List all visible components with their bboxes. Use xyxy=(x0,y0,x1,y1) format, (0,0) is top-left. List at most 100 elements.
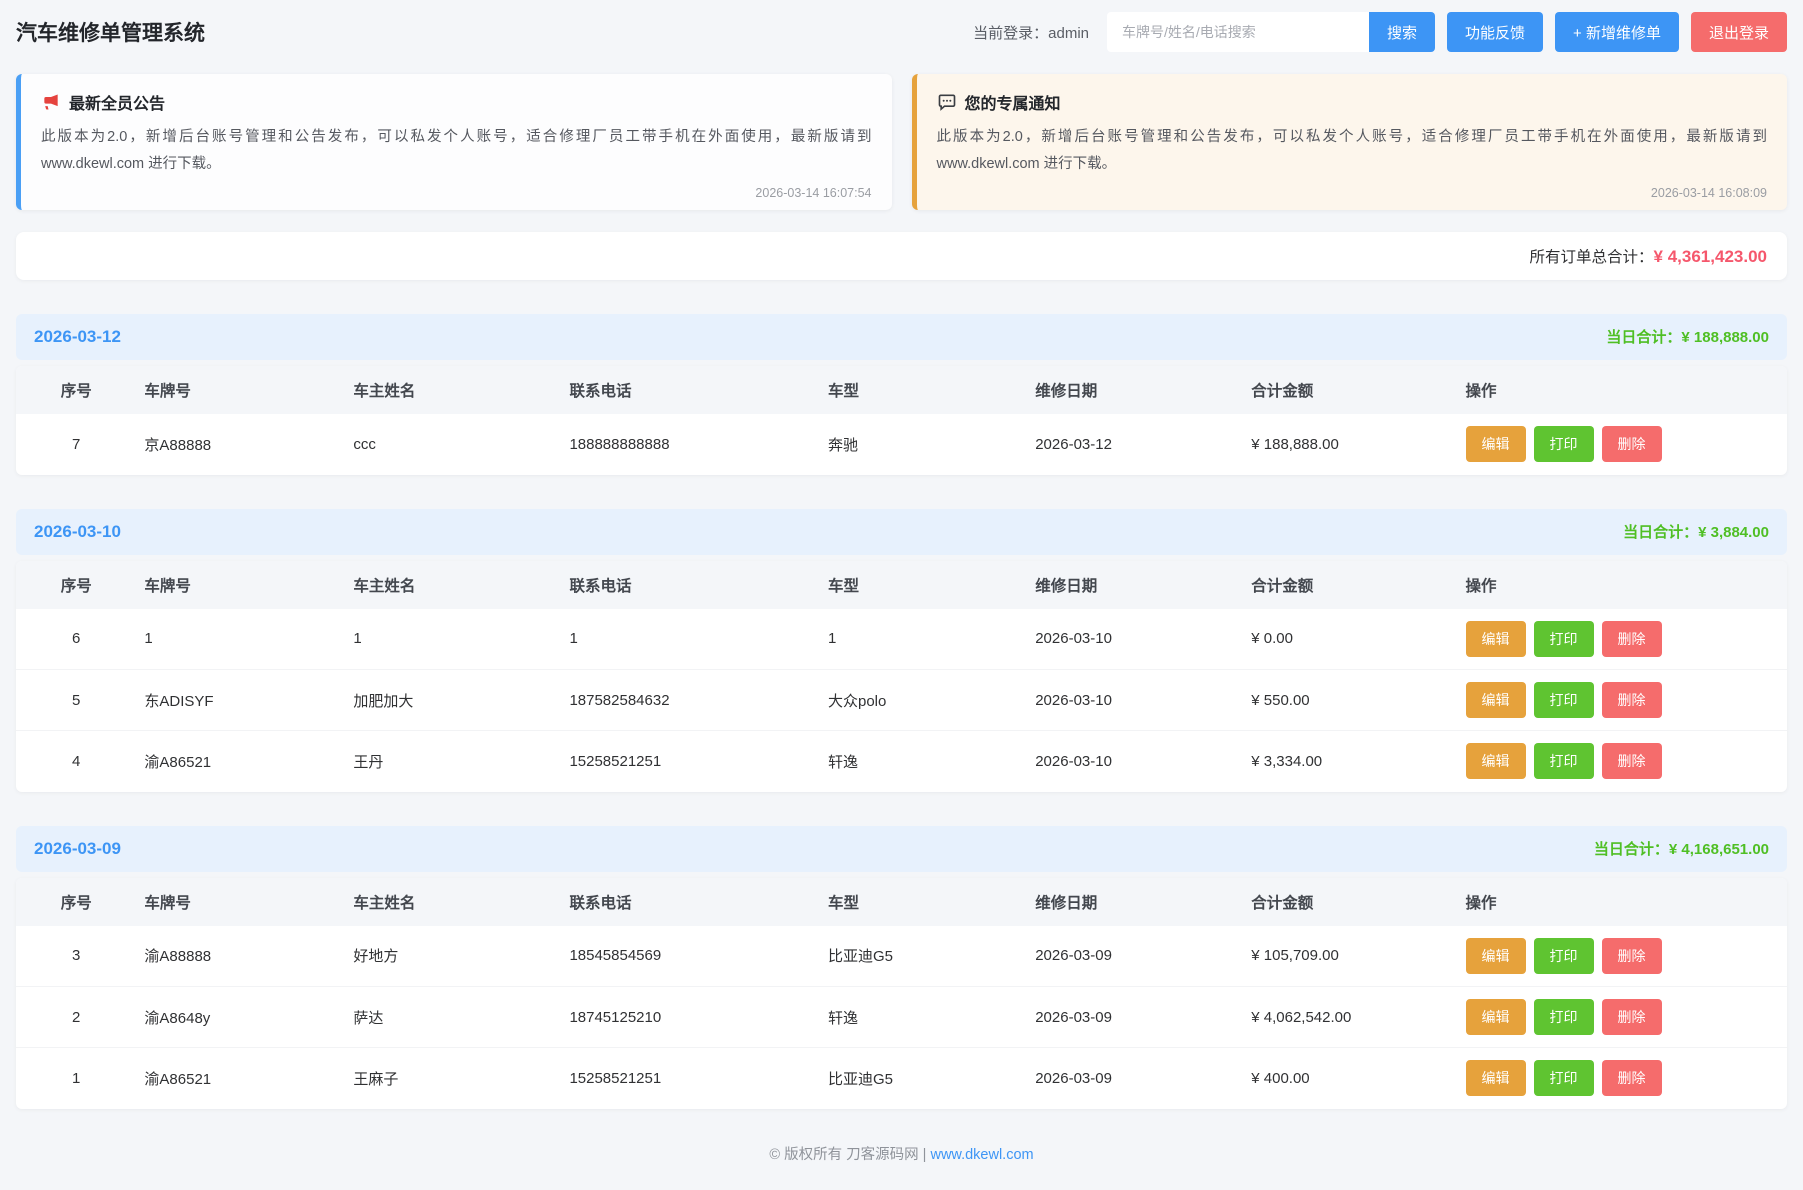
personal-notice-title-row: 您的专属通知 xyxy=(937,90,1768,114)
order-phone: 1 xyxy=(561,609,820,670)
day-total: 当日合计：¥ 4,168,651.00 xyxy=(1594,838,1769,859)
announcement-card: 最新全员公告 此版本为2.0，新增后台账号管理和公告发布，可以私发个人账号，适合… xyxy=(16,74,892,210)
order-plate: 1 xyxy=(136,609,345,670)
print-button[interactable]: 打印 xyxy=(1534,1060,1594,1096)
print-button[interactable]: 打印 xyxy=(1534,426,1594,462)
print-button[interactable]: 打印 xyxy=(1534,938,1594,974)
order-plate: 渝A8648y xyxy=(136,987,345,1048)
add-repair-order-button[interactable]: + 新增维修单 xyxy=(1555,12,1679,52)
footer-link[interactable]: www.dkewl.com xyxy=(930,1147,1033,1163)
order-seq: 3 xyxy=(16,926,136,987)
column-header: 合计金额 xyxy=(1243,366,1457,414)
top-header: 汽车维修单管理系统 当前登录：admin 搜索 功能反馈 + 新增维修单 退出登… xyxy=(16,0,1787,64)
order-seq: 4 xyxy=(16,731,136,792)
column-header: 序号 xyxy=(16,561,136,609)
order-seq: 1 xyxy=(16,1048,136,1109)
column-header: 操作 xyxy=(1458,561,1787,609)
print-button[interactable]: 打印 xyxy=(1534,682,1594,718)
order-actions: 编辑打印删除 xyxy=(1458,731,1787,792)
column-header: 车型 xyxy=(820,366,1027,414)
order-date: 2026-03-09 xyxy=(1027,926,1243,987)
announcement-body: 此版本为2.0，新增后台账号管理和公告发布，可以私发个人账号，适合修理厂员工带手… xyxy=(41,124,872,178)
column-header: 联系电话 xyxy=(561,366,820,414)
print-button[interactable]: 打印 xyxy=(1534,999,1594,1035)
day-date: 2026-03-10 xyxy=(34,522,121,542)
edit-button[interactable]: 编辑 xyxy=(1466,426,1526,462)
order-plate: 东ADISYF xyxy=(136,670,345,731)
search-button[interactable]: 搜索 xyxy=(1369,12,1435,52)
day-header-bar: 2026-03-12 当日合计：¥ 188,888.00 xyxy=(16,314,1787,360)
delete-button[interactable]: 删除 xyxy=(1602,938,1662,974)
column-header: 操作 xyxy=(1458,878,1787,926)
column-header: 车牌号 xyxy=(136,366,345,414)
table-row: 5东ADISYF加肥加大187582584632大众polo2026-03-10… xyxy=(16,670,1787,731)
order-owner: 好地方 xyxy=(345,926,561,987)
column-header: 序号 xyxy=(16,366,136,414)
table-row: 1渝A86521王麻子15258521251比亚迪G52026-03-09¥ 4… xyxy=(16,1048,1787,1109)
edit-button[interactable]: 编辑 xyxy=(1466,1060,1526,1096)
delete-button[interactable]: 删除 xyxy=(1602,426,1662,462)
day-section: 2026-03-09 当日合计：¥ 4,168,651.00 序号车牌号车主姓名… xyxy=(16,826,1787,1109)
orders-table-card: 序号车牌号车主姓名联系电话车型维修日期合计金额操作 3渝A88888好地方185… xyxy=(16,878,1787,1109)
announcement-timestamp: 2026-03-14 16:07:54 xyxy=(41,186,872,200)
edit-button[interactable]: 编辑 xyxy=(1466,999,1526,1035)
logout-button[interactable]: 退出登录 xyxy=(1691,12,1787,52)
print-button[interactable]: 打印 xyxy=(1534,743,1594,779)
column-header: 合计金额 xyxy=(1243,561,1457,609)
order-model: 1 xyxy=(820,609,1027,670)
order-phone: 187582584632 xyxy=(561,670,820,731)
footer: © 版权所有 刀客源码网 | www.dkewl.com xyxy=(16,1109,1787,1190)
day-section: 2026-03-12 当日合计：¥ 188,888.00 序号车牌号车主姓名联系… xyxy=(16,314,1787,475)
order-owner: 1 xyxy=(345,609,561,670)
orders-table-card: 序号车牌号车主姓名联系电话车型维修日期合计金额操作 611112026-03-1… xyxy=(16,561,1787,792)
order-seq: 6 xyxy=(16,609,136,670)
personal-notice-timestamp: 2026-03-14 16:08:09 xyxy=(937,186,1768,200)
order-seq: 5 xyxy=(16,670,136,731)
delete-button[interactable]: 删除 xyxy=(1602,999,1662,1035)
order-amount: ¥ 0.00 xyxy=(1243,609,1457,670)
day-date: 2026-03-12 xyxy=(34,327,121,347)
delete-button[interactable]: 删除 xyxy=(1602,1060,1662,1096)
topbar-actions: 当前登录：admin 搜索 功能反馈 + 新增维修单 退出登录 xyxy=(973,12,1787,52)
edit-button[interactable]: 编辑 xyxy=(1466,938,1526,974)
order-phone: 15258521251 xyxy=(561,1048,820,1109)
table-header-row: 序号车牌号车主姓名联系电话车型维修日期合计金额操作 xyxy=(16,366,1787,414)
order-date: 2026-03-09 xyxy=(1027,1048,1243,1109)
order-model: 轩逸 xyxy=(820,987,1027,1048)
print-button[interactable]: 打印 xyxy=(1534,621,1594,657)
feedback-button[interactable]: 功能反馈 xyxy=(1447,12,1543,52)
edit-button[interactable]: 编辑 xyxy=(1466,621,1526,657)
order-phone: 18545854569 xyxy=(561,926,820,987)
day-header-bar: 2026-03-09 当日合计：¥ 4,168,651.00 xyxy=(16,826,1787,872)
day-date: 2026-03-09 xyxy=(34,839,121,859)
announcement-title: 最新全员公告 xyxy=(69,90,165,114)
edit-button[interactable]: 编辑 xyxy=(1466,682,1526,718)
order-actions: 编辑打印删除 xyxy=(1458,926,1787,987)
order-actions: 编辑打印删除 xyxy=(1458,609,1787,670)
page: 汽车维修单管理系统 当前登录：admin 搜索 功能反馈 + 新增维修单 退出登… xyxy=(0,0,1803,1190)
current-login-label: 当前登录：admin xyxy=(973,22,1089,43)
column-header: 车型 xyxy=(820,561,1027,609)
delete-button[interactable]: 删除 xyxy=(1602,621,1662,657)
delete-button[interactable]: 删除 xyxy=(1602,743,1662,779)
order-date: 2026-03-10 xyxy=(1027,731,1243,792)
column-header: 车牌号 xyxy=(136,878,345,926)
order-plate: 京A88888 xyxy=(136,414,345,475)
delete-button[interactable]: 删除 xyxy=(1602,682,1662,718)
grand-total-label: 所有订单总合计： xyxy=(1530,249,1654,266)
edit-button[interactable]: 编辑 xyxy=(1466,743,1526,779)
order-owner: 王丹 xyxy=(345,731,561,792)
order-actions: 编辑打印删除 xyxy=(1458,987,1787,1048)
order-model: 奔驰 xyxy=(820,414,1027,475)
megaphone-icon xyxy=(41,92,61,112)
order-sections: 2026-03-12 当日合计：¥ 188,888.00 序号车牌号车主姓名联系… xyxy=(16,314,1787,1109)
order-model: 大众polo xyxy=(820,670,1027,731)
order-phone: 188888888888 xyxy=(561,414,820,475)
order-date: 2026-03-10 xyxy=(1027,670,1243,731)
order-amount: ¥ 105,709.00 xyxy=(1243,926,1457,987)
orders-table: 序号车牌号车主姓名联系电话车型维修日期合计金额操作 7京A88888ccc188… xyxy=(16,366,1787,475)
column-header: 车牌号 xyxy=(136,561,345,609)
order-owner: 加肥加大 xyxy=(345,670,561,731)
search-input[interactable] xyxy=(1107,12,1369,52)
column-header: 合计金额 xyxy=(1243,878,1457,926)
